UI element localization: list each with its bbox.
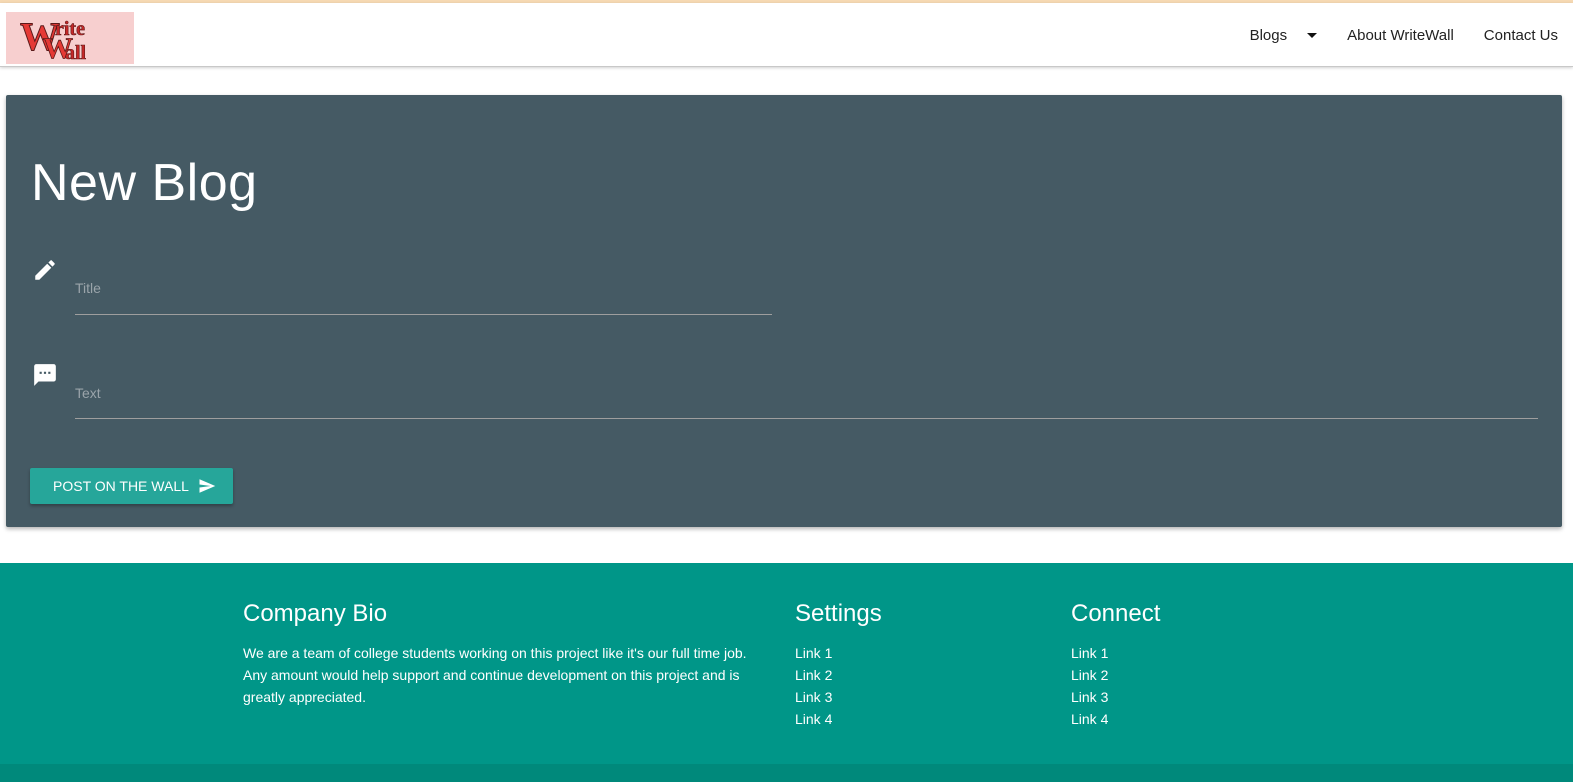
text-input[interactable] — [75, 367, 1538, 418]
logo-graphic: W rite W all — [20, 14, 87, 65]
footer-settings: Settings Link 1 Link 2 Link 3 Link 4 — [795, 600, 995, 730]
page-title: New Blog — [31, 154, 258, 212]
footer-copyright-bar — [0, 764, 1573, 782]
new-blog-card: New Blog POST ON THE WALL — [6, 95, 1562, 527]
caret-down-icon — [1307, 32, 1318, 38]
footer-bio: Company Bio We are a team of college stu… — [243, 600, 773, 708]
send-icon — [199, 479, 216, 493]
footer-bio-heading: Company Bio — [243, 600, 388, 627]
title-field — [75, 261, 772, 315]
chat-icon — [34, 364, 56, 386]
pencil-icon — [35, 260, 55, 280]
nav-blogs-label: Blogs — [1249, 26, 1288, 44]
footer-connect-heading: Connect — [1071, 600, 1161, 627]
top-navbar: W rite W all Blogs About WriteWall Conta… — [0, 3, 1573, 67]
settings-link-2[interactable]: Link 2 — [795, 664, 995, 686]
connect-link-3[interactable]: Link 3 — [1071, 686, 1271, 708]
nav-about[interactable]: About WriteWall — [1347, 27, 1454, 44]
footer-connect: Connect Link 1 Link 2 Link 3 Link 4 — [1071, 600, 1271, 730]
nav-contact[interactable]: Contact Us — [1484, 27, 1558, 44]
text-field — [75, 367, 1538, 419]
nav-links: Blogs About WriteWall Contact Us — [1250, 3, 1558, 67]
post-button-label: POST ON THE WALL — [53, 478, 189, 494]
settings-link-1[interactable]: Link 1 — [795, 642, 995, 664]
footer-bio-text: We are a team of college students workin… — [243, 645, 747, 705]
title-input[interactable] — [75, 261, 772, 314]
nav-blogs-dropdown[interactable]: Blogs — [1250, 27, 1318, 44]
page-footer: Company Bio We are a team of college stu… — [0, 563, 1573, 782]
settings-link-4[interactable]: Link 4 — [795, 708, 995, 730]
writewall-logo[interactable]: W rite W all — [6, 12, 134, 64]
logo-text-bottom: all — [65, 42, 87, 64]
settings-link-3[interactable]: Link 3 — [795, 686, 995, 708]
connect-link-4[interactable]: Link 4 — [1071, 708, 1271, 730]
footer-settings-heading: Settings — [795, 600, 882, 627]
connect-link-2[interactable]: Link 2 — [1071, 664, 1271, 686]
connect-link-1[interactable]: Link 1 — [1071, 642, 1271, 664]
post-on-the-wall-button[interactable]: POST ON THE WALL — [30, 468, 233, 504]
